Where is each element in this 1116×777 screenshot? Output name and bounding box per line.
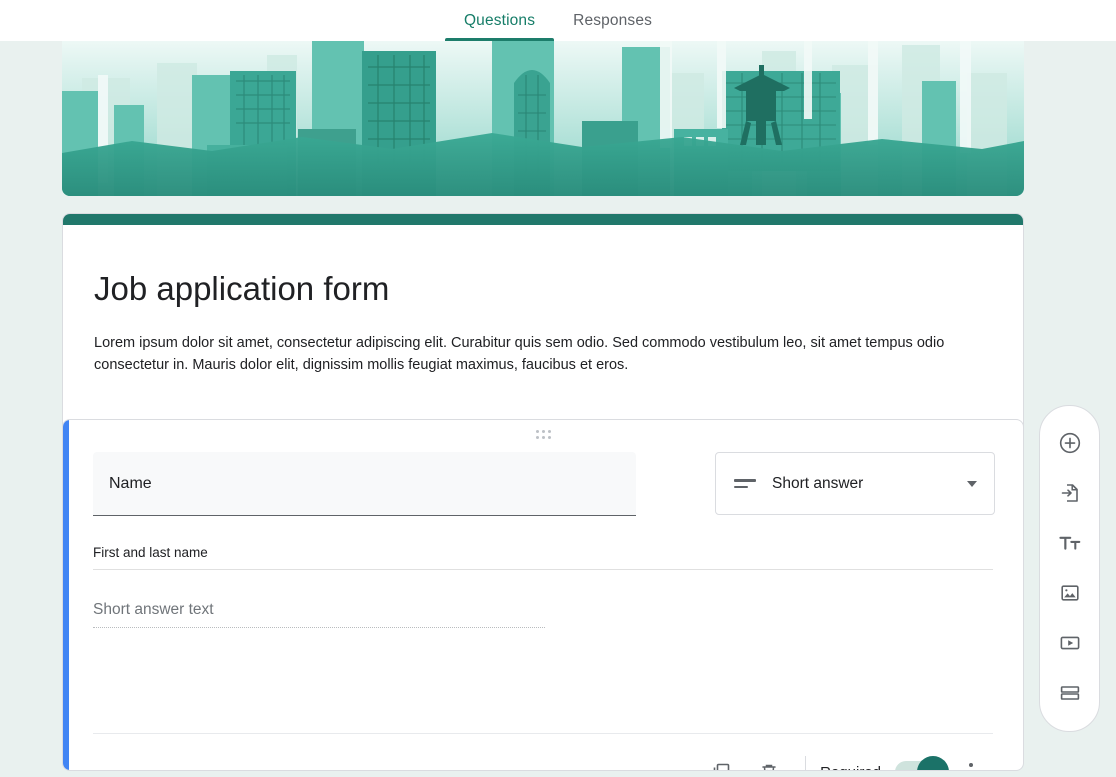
import-questions-icon: [1058, 481, 1082, 505]
add-item-toolbar: [1039, 405, 1100, 732]
city-skyline-illustration: [62, 33, 1024, 196]
add-image-button[interactable]: [1046, 569, 1094, 617]
drag-dot: [548, 436, 551, 439]
toolbar-divider: [805, 756, 806, 771]
form-header-card[interactable]: Job application form Lorem ipsum dolor s…: [62, 213, 1024, 439]
add-question-icon: [1057, 430, 1083, 456]
drag-dot: [548, 430, 551, 433]
delete-question-button[interactable]: [745, 748, 793, 771]
tab-questions[interactable]: Questions: [445, 0, 554, 41]
form-description[interactable]: Lorem ipsum dolor sit amet, consectetur …: [94, 332, 992, 376]
add-image-icon: [1058, 581, 1082, 605]
tab-questions-label: Questions: [464, 12, 535, 30]
question-active-accent-bar: [63, 420, 69, 770]
required-label: Required: [820, 764, 881, 772]
answer-placeholder-text: Short answer text: [93, 601, 214, 618]
chevron-down-icon: [967, 481, 977, 487]
add-section-button[interactable]: [1046, 669, 1094, 717]
duplicate-icon: [709, 760, 733, 771]
question-type-dropdown[interactable]: Short answer: [715, 452, 995, 515]
form-editor-canvas: Job application form Lorem ipsum dolor s…: [0, 41, 1116, 777]
short-answer-icon: [734, 479, 756, 488]
add-video-button[interactable]: [1046, 619, 1094, 667]
trash-icon: [757, 760, 781, 771]
answer-preview-field: Short answer text: [93, 601, 545, 628]
add-title-description-icon: [1057, 530, 1083, 556]
question-footer-toolbar: Required: [697, 748, 995, 771]
question-help-text-input[interactable]: First and last name: [93, 545, 993, 570]
add-title-description-button[interactable]: [1046, 519, 1094, 567]
question-title-value: Name: [109, 475, 152, 493]
form-theme-stripe: [63, 214, 1023, 225]
form-title[interactable]: Job application form: [94, 270, 1023, 308]
tab-responses-label: Responses: [573, 12, 652, 30]
required-toggle[interactable]: [895, 761, 947, 771]
drag-dot: [536, 430, 539, 433]
drag-dot: [542, 430, 545, 433]
add-question-button[interactable]: [1046, 419, 1094, 467]
question-footer-divider: [93, 733, 993, 734]
question-body: Name Short answer First and last name Sh…: [93, 452, 993, 628]
import-questions-button[interactable]: [1046, 469, 1094, 517]
form-tab-bar: Questions Responses: [0, 0, 1116, 41]
toggle-knob: [917, 756, 949, 771]
form-banner-image[interactable]: [62, 33, 1024, 196]
question-help-text-value: First and last name: [93, 545, 208, 560]
drag-dot: [542, 436, 545, 439]
kebab-menu-icon: [969, 763, 973, 772]
add-video-icon: [1058, 631, 1082, 655]
question-drag-handle[interactable]: [63, 430, 1023, 439]
question-card[interactable]: Name Short answer First and last name Sh…: [62, 419, 1024, 771]
question-title-input[interactable]: Name: [93, 452, 636, 516]
question-header-row: Name Short answer: [93, 452, 993, 516]
more-options-button[interactable]: [947, 748, 995, 771]
add-section-icon: [1058, 681, 1082, 705]
drag-dot: [536, 436, 539, 439]
question-type-label: Short answer: [772, 475, 967, 493]
duplicate-question-button[interactable]: [697, 748, 745, 771]
tab-responses[interactable]: Responses: [554, 0, 671, 41]
